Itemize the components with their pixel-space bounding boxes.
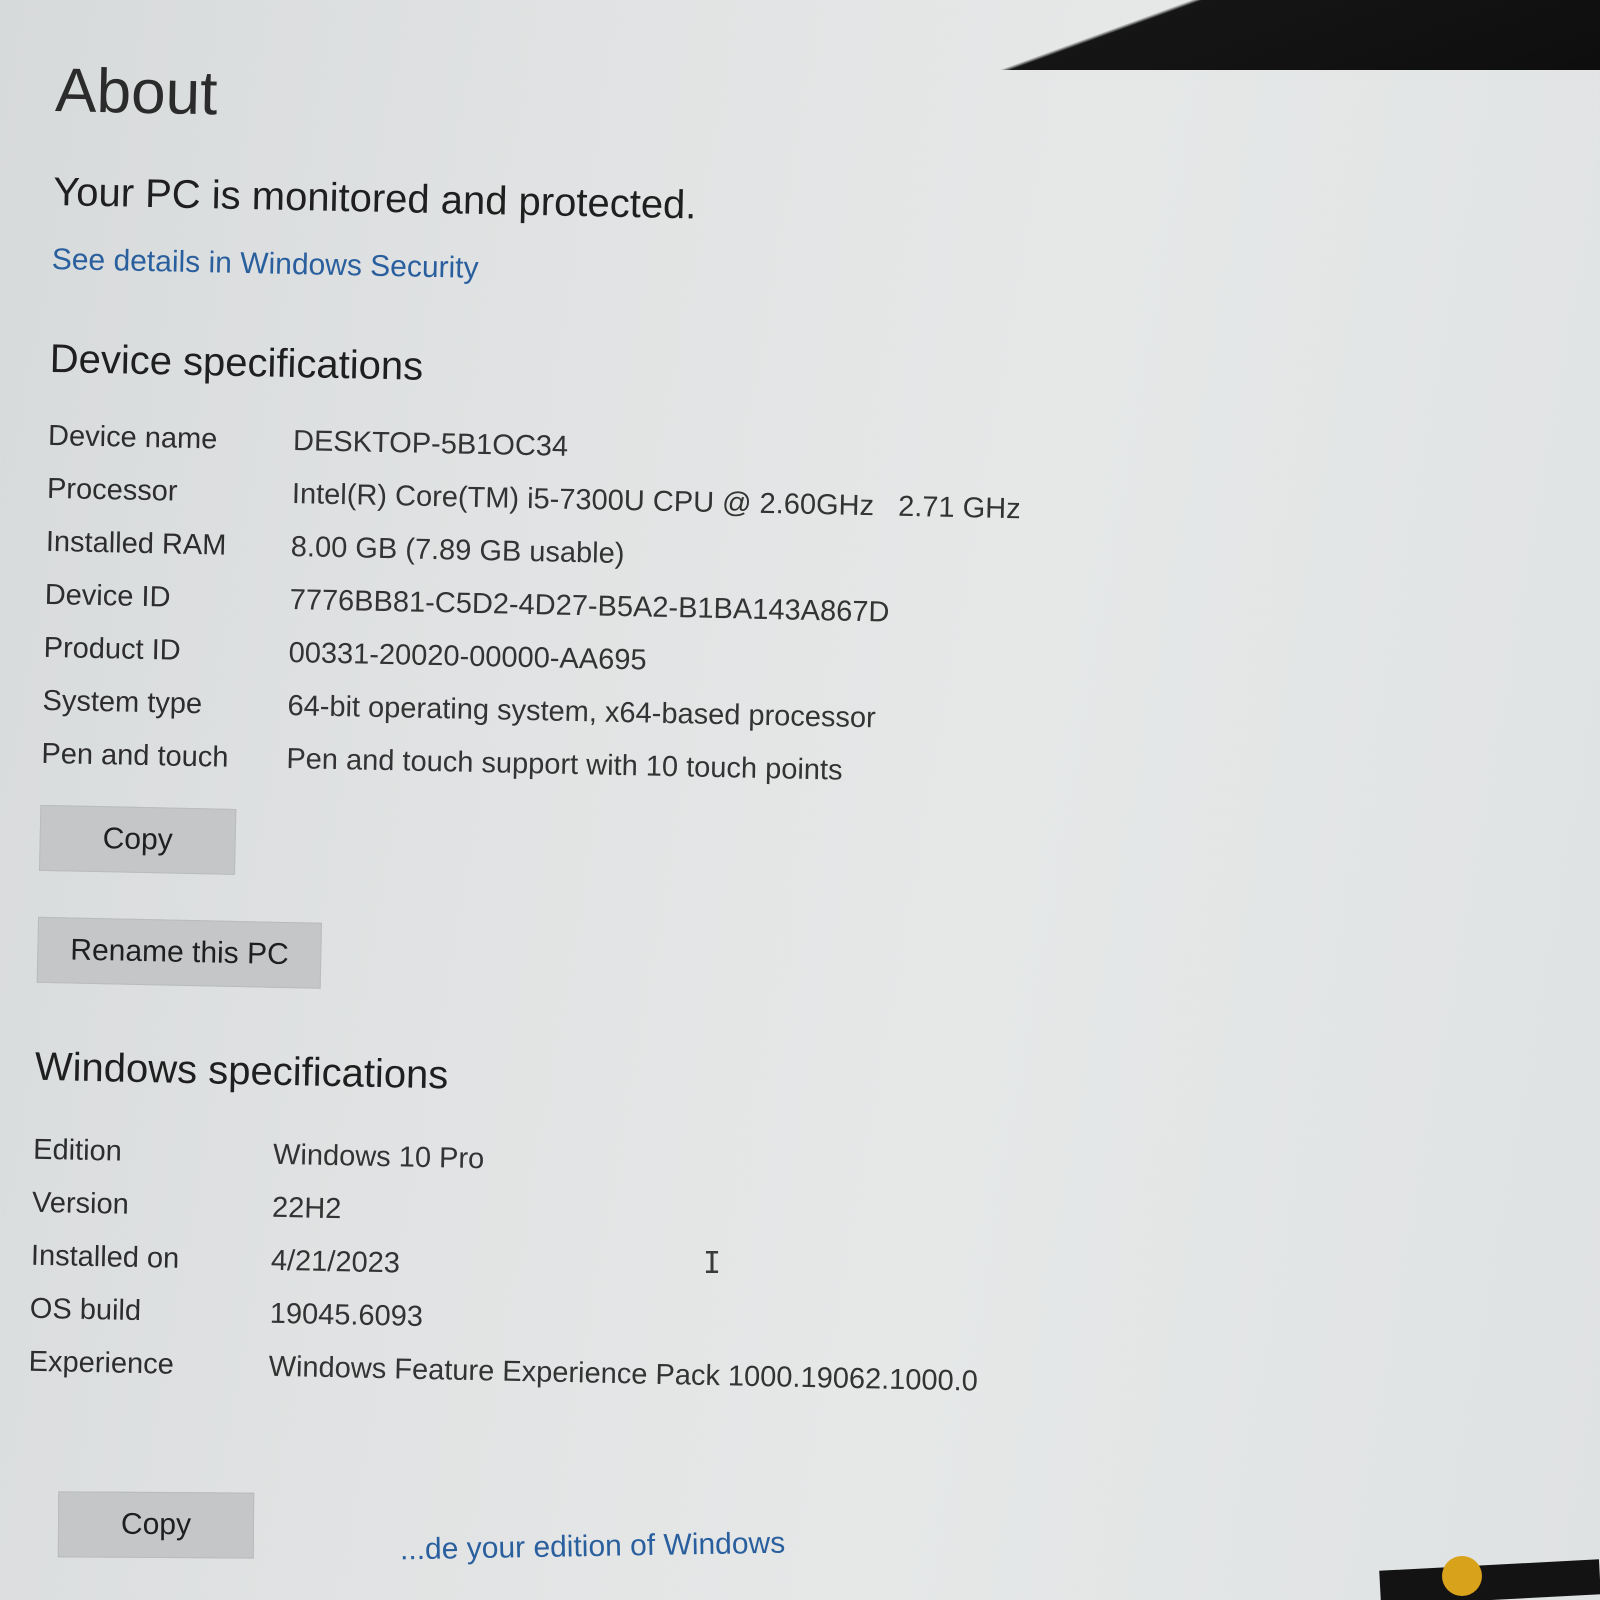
device-specifications-table: Device name DESKTOP-5B1OC34 Processor In… <box>41 414 1548 808</box>
spec-label-device-id: Device ID <box>44 578 171 614</box>
text-cursor-icon: I <box>703 1246 722 1281</box>
spec-label-processor: Processor <box>46 472 178 508</box>
spec-label-pen-and-touch: Pen and touch <box>41 737 229 774</box>
spec-label-installed-on: Installed on <box>30 1239 180 1275</box>
windows-security-link[interactable]: See details in Windows Security <box>51 243 478 286</box>
spec-label-edition: Edition <box>32 1133 123 1168</box>
device-specifications-heading: Device specifications <box>49 336 424 389</box>
spec-label-device-name: Device name <box>47 419 218 456</box>
upgrade-edition-link[interactable]: ...de your edition of Windows <box>400 1527 786 1568</box>
windows-specifications-heading: Windows specifications <box>34 1044 449 1098</box>
rename-pc-button[interactable]: Rename this PC <box>36 916 323 989</box>
spec-label-experience: Experience <box>28 1345 175 1381</box>
taskbar-app-icon <box>1442 1556 1482 1596</box>
spec-label-installed-ram: Installed RAM <box>45 525 227 562</box>
page-title: About <box>54 56 219 129</box>
spec-label-version: Version <box>31 1186 130 1221</box>
protection-status: Your PC is monitored and protected. <box>52 169 697 228</box>
copy-windows-specs-button[interactable]: Copy <box>57 1491 255 1559</box>
about-page: About Your PC is monitored and protected… <box>28 56 1555 1416</box>
copy-device-specs-button[interactable]: Copy <box>39 804 237 875</box>
windows-specifications-table: Edition Windows 10 Pro Version 22H2 Inst… <box>28 1128 1533 1416</box>
spec-label-os-build: OS build <box>29 1292 142 1328</box>
spec-label-system-type: System type <box>42 684 203 721</box>
spec-label-product-id: Product ID <box>43 631 181 667</box>
monitor-bezel <box>700 0 1600 70</box>
taskbar-edge <box>1379 1559 1600 1600</box>
